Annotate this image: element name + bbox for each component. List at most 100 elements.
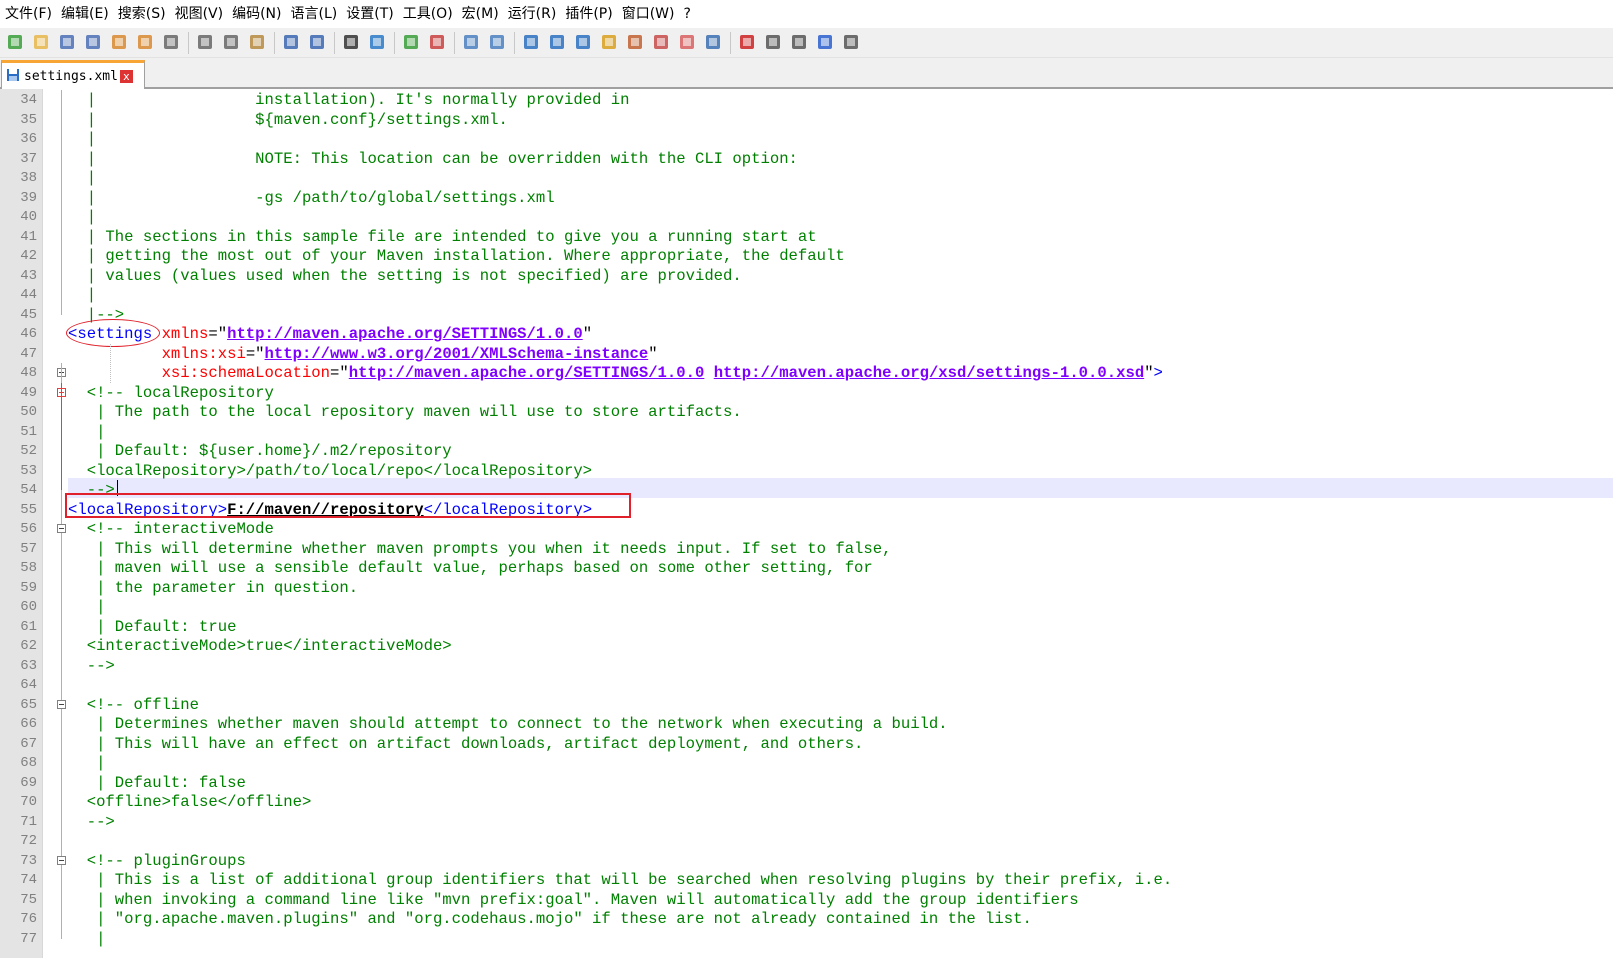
function-list-icon[interactable] <box>624 31 646 53</box>
code-line[interactable]: 59 | the parameter in question. <box>0 578 1613 598</box>
language-icon[interactable] <box>598 31 620 53</box>
code-line[interactable]: 37 | NOTE: This location can be overridd… <box>0 149 1613 169</box>
code-line[interactable]: 60 | <box>0 597 1613 617</box>
close-tab-icon[interactable]: x <box>119 69 133 83</box>
close-all-icon[interactable] <box>134 31 156 53</box>
monitor-icon[interactable] <box>702 31 724 53</box>
code-line[interactable]: 44 | <box>0 285 1613 305</box>
code-line[interactable]: 66 | Determines whether maven should att… <box>0 714 1613 734</box>
print-icon[interactable] <box>160 31 182 53</box>
menu-item-9[interactable]: 运行(R) <box>506 0 564 28</box>
replace-icon[interactable] <box>366 31 388 53</box>
code-line[interactable]: 51 | <box>0 422 1613 442</box>
code-line[interactable]: 74 | This is a list of additional group … <box>0 870 1613 890</box>
code-line[interactable]: 72 <box>0 831 1613 851</box>
menu-item-11[interactable]: 窗口(W) <box>620 0 682 28</box>
undo-icon[interactable] <box>280 31 302 53</box>
code-token: <offline>false</offline> <box>68 793 312 811</box>
fold-toggle-icon[interactable] <box>57 699 66 709</box>
code-line[interactable]: 58 | maven will use a sensible default v… <box>0 558 1613 578</box>
code-line[interactable]: 70 <offline>false</offline> <box>0 792 1613 812</box>
menu-item-3[interactable]: 视图(V) <box>173 0 231 28</box>
code-line[interactable]: 48 xsi:schemaLocation="http://maven.apac… <box>0 363 1613 383</box>
url-link[interactable]: http://www.w3.org/2001/XMLSchema-instanc… <box>265 345 649 363</box>
code-line[interactable]: 46 <settings xmlns="http://maven.apache.o… <box>0 324 1613 344</box>
menu-item-0[interactable]: 文件(F) <box>3 0 59 28</box>
code-line[interactable]: 34 | installation). It's normally provid… <box>0 90 1613 110</box>
close-icon[interactable] <box>108 31 130 53</box>
fold-toggle-icon[interactable] <box>57 855 66 865</box>
code-line[interactable]: 77 | <box>0 929 1613 949</box>
sync-horizontal-icon[interactable] <box>486 31 508 53</box>
menu-item-7[interactable]: 工具(O) <box>401 0 460 28</box>
code-line[interactable]: 56 <!-- interactiveMode <box>0 519 1613 539</box>
code-line[interactable]: 63 --> <box>0 656 1613 676</box>
editor-area[interactable]: 34 | installation). It's normally provid… <box>0 89 1613 958</box>
code-line[interactable]: 43 | values (values used when the settin… <box>0 266 1613 286</box>
save-all-icon[interactable] <box>82 31 104 53</box>
show-all-chars-icon[interactable] <box>546 31 568 53</box>
code-line[interactable]: 64 <box>0 675 1613 695</box>
code-line[interactable]: 75 | when invoking a command line like "… <box>0 890 1613 910</box>
menu-item-2[interactable]: 搜索(S) <box>116 0 173 28</box>
code-line[interactable]: 36 | <box>0 129 1613 149</box>
copy-icon[interactable] <box>220 31 242 53</box>
code-line[interactable]: 40 | <box>0 207 1613 227</box>
code-line[interactable]: 67 | This will have an effect on artifac… <box>0 734 1613 754</box>
open-file-icon[interactable] <box>30 31 52 53</box>
code-line[interactable]: 38 | <box>0 168 1613 188</box>
zoom-out-icon[interactable] <box>426 31 448 53</box>
code-line[interactable]: 50 | The path to the local repository ma… <box>0 402 1613 422</box>
menu-item-10[interactable]: 插件(P) <box>563 0 619 28</box>
code-line[interactable]: 41 | The sections in this sample file ar… <box>0 227 1613 247</box>
fold-toggle-icon[interactable] <box>57 524 66 533</box>
folder-as-workspace-icon[interactable] <box>676 31 698 53</box>
record-macro-icon[interactable] <box>736 31 758 53</box>
code-line[interactable]: 65 <!-- offline <box>0 695 1613 715</box>
menu-item-4[interactable]: 编码(N) <box>230 0 288 28</box>
play-macro-icon[interactable] <box>788 31 810 53</box>
menu-item-12[interactable]: ? <box>682 0 698 28</box>
word-wrap-icon[interactable] <box>520 31 542 53</box>
paste-icon[interactable] <box>246 31 268 53</box>
code-line[interactable]: 73 <!-- pluginGroups <box>0 851 1613 871</box>
menu-item-1[interactable]: 编辑(E) <box>59 0 116 28</box>
save-macro-icon[interactable] <box>840 31 862 53</box>
url-link[interactable]: http://maven.apache.org/xsd/settings-1.0… <box>714 364 1144 382</box>
tab-settings-xml[interactable]: settings.xml x <box>1 60 145 89</box>
code-line[interactable]: 39 | -gs /path/to/global/settings.xml <box>0 188 1613 208</box>
menu-item-8[interactable]: 宏(M) <box>460 0 506 28</box>
code-line[interactable]: 47 xmlns:xsi="http://www.w3.org/2001/XML… <box>0 344 1613 364</box>
code-text: | getting the most out of your Maven ins… <box>68 246 845 266</box>
indent-guide-icon[interactable] <box>572 31 594 53</box>
zoom-in-icon[interactable] <box>400 31 422 53</box>
menu-item-6[interactable]: 设置(T) <box>344 0 400 28</box>
save-icon[interactable] <box>56 31 78 53</box>
code-line[interactable]: 52 | Default: ${user.home}/.m2/repositor… <box>0 441 1613 461</box>
sync-vertical-icon[interactable] <box>460 31 482 53</box>
url-link[interactable]: http://maven.apache.org/SETTINGS/1.0.0 <box>227 325 583 343</box>
code-line[interactable]: 45 |--> <box>0 305 1613 325</box>
code-line[interactable]: 62 <interactiveMode>true</interactiveMod… <box>0 636 1613 656</box>
code-line[interactable]: 69 | Default: false <box>0 773 1613 793</box>
code-line[interactable]: 76 | "org.apache.maven.plugins" and "org… <box>0 909 1613 929</box>
new-file-icon[interactable] <box>4 31 26 53</box>
code-line[interactable]: 57 | This will determine whether maven p… <box>0 539 1613 559</box>
find-icon[interactable] <box>340 31 362 53</box>
play-multiple-icon[interactable] <box>814 31 836 53</box>
code-line[interactable]: 53 <localRepository>/path/to/local/repo<… <box>0 461 1613 481</box>
indent-guide <box>110 343 112 383</box>
code-line[interactable]: 71 --> <box>0 812 1613 832</box>
code-line[interactable]: 35 | ${maven.conf}/settings.xml. <box>0 110 1613 130</box>
code-line[interactable]: 68 | <box>0 753 1613 773</box>
cut-icon[interactable] <box>194 31 216 53</box>
doc-map-icon[interactable] <box>650 31 672 53</box>
stop-record-icon[interactable] <box>762 31 784 53</box>
menu-item-5[interactable]: 语言(L) <box>289 0 345 28</box>
code-line[interactable]: 49 <!-- localRepository <box>0 383 1613 403</box>
highlight-box-local-repository <box>65 493 631 518</box>
url-link[interactable]: http://maven.apache.org/SETTINGS/1.0.0 <box>349 364 705 382</box>
redo-icon[interactable] <box>306 31 328 53</box>
code-line[interactable]: 61 | Default: true <box>0 617 1613 637</box>
code-line[interactable]: 42 | getting the most out of your Maven … <box>0 246 1613 266</box>
